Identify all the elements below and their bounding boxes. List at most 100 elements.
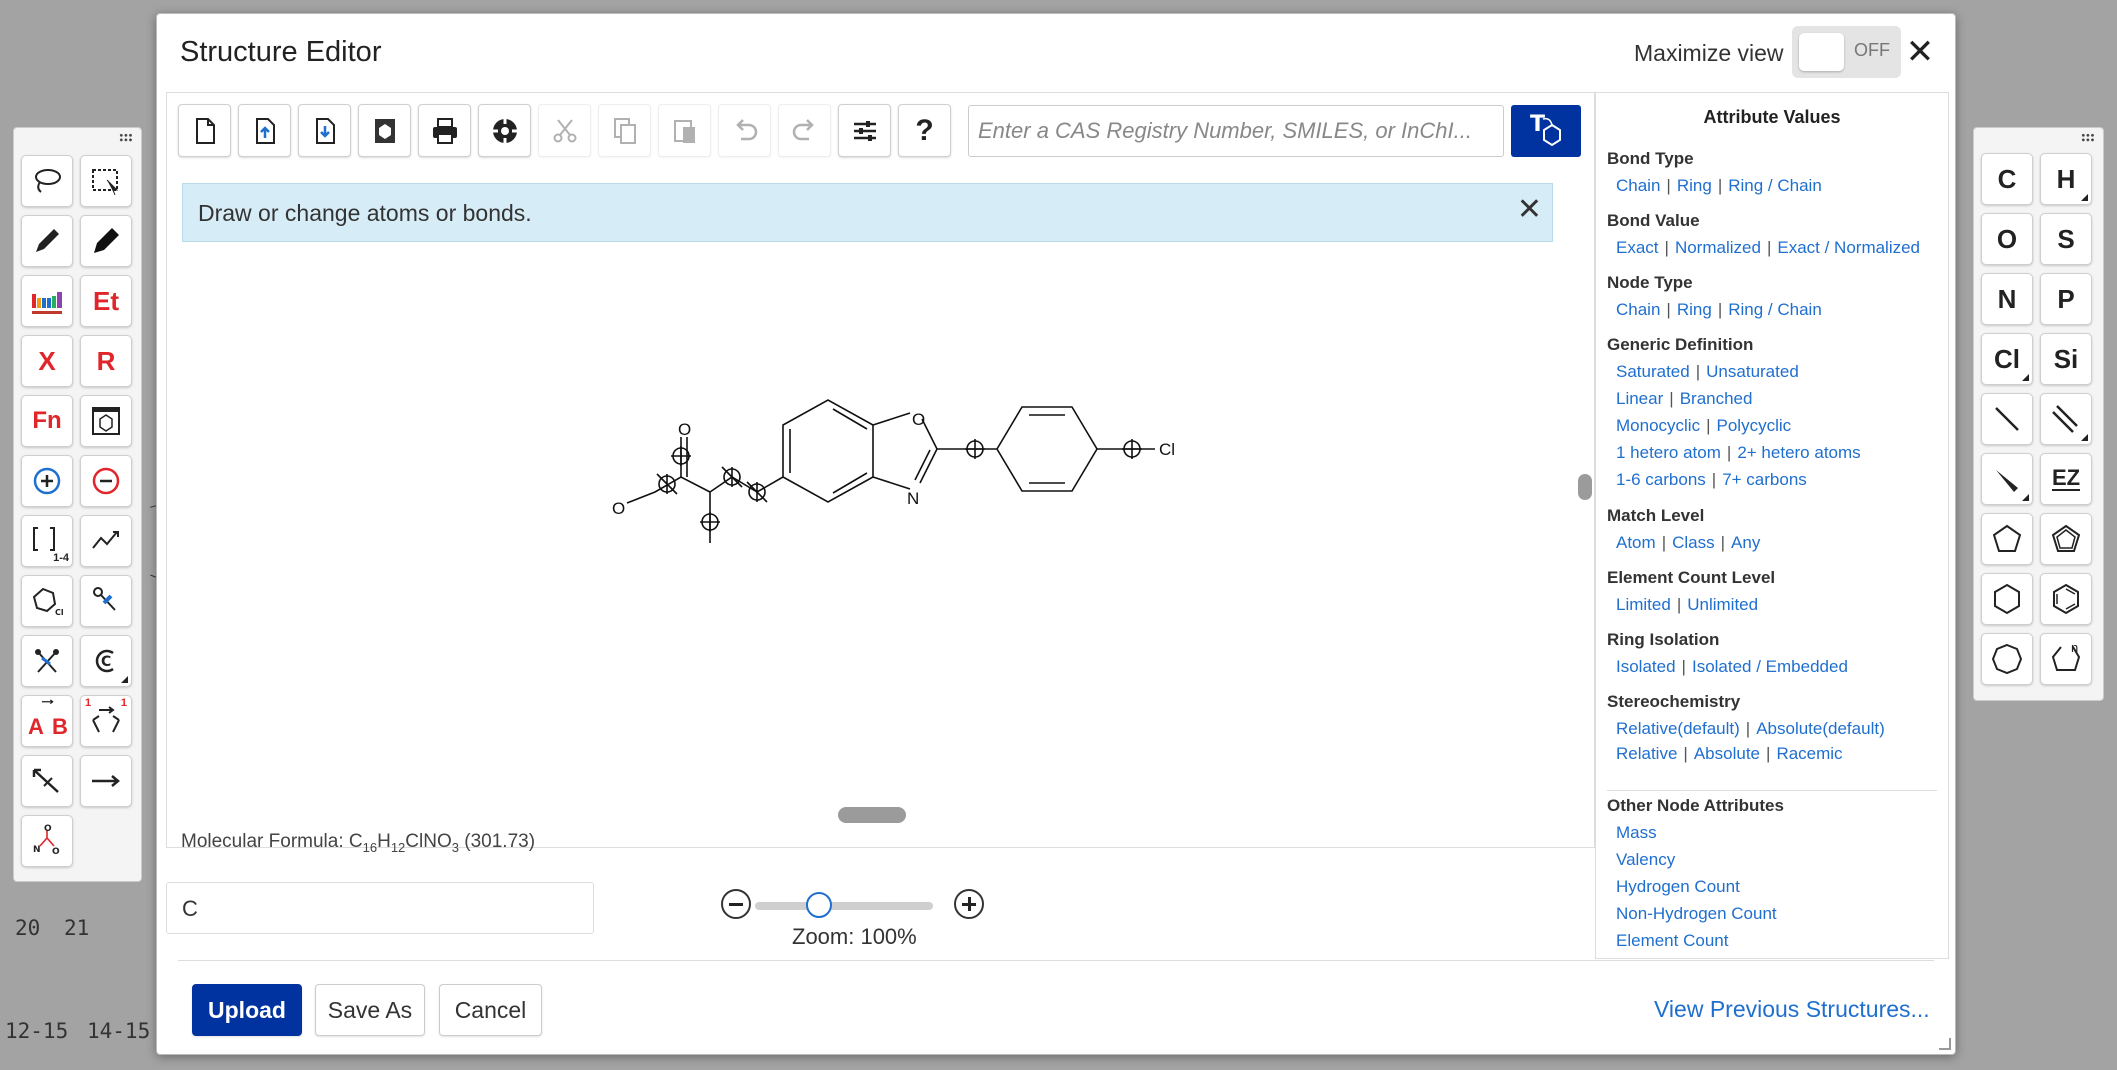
ring-template-button[interactable] xyxy=(80,395,132,447)
attribute-option-link[interactable]: Absolute(default) xyxy=(1756,719,1885,738)
settings-button[interactable] xyxy=(838,104,891,157)
attribute-option-link[interactable]: Class xyxy=(1672,533,1715,552)
add-charge-button[interactable] xyxy=(21,455,73,507)
attribute-option-link[interactable]: Normalized xyxy=(1675,238,1761,257)
rectangle-select-button[interactable] xyxy=(80,155,132,207)
nitro-group-button[interactable]: N O O xyxy=(21,815,73,867)
attribute-option-link[interactable]: Saturated xyxy=(1616,362,1690,381)
attribute-option-link[interactable]: Relative xyxy=(1616,744,1677,763)
attribute-option-link[interactable]: Mass xyxy=(1616,823,1657,842)
attribute-option-link[interactable]: Monocyclic xyxy=(1616,416,1700,435)
attribute-option-link[interactable]: Racemic xyxy=(1776,744,1842,763)
template-button[interactable] xyxy=(358,104,411,157)
periodic-table-button[interactable] xyxy=(21,275,73,327)
attribute-option-link[interactable]: Branched xyxy=(1680,389,1753,408)
repeating-bracket-button[interactable]: 1-4 xyxy=(21,515,73,567)
copy-button[interactable] xyxy=(598,104,651,157)
attribute-option-link[interactable]: Chain xyxy=(1616,300,1660,319)
zoom-slider-track[interactable] xyxy=(755,902,933,910)
single-bond-button[interactable] xyxy=(1981,393,2033,445)
horizontal-scrollbar[interactable] xyxy=(838,807,906,823)
function-group-button[interactable]: Fn xyxy=(21,395,73,447)
undo-button[interactable] xyxy=(718,104,771,157)
bond-cleave-button[interactable] xyxy=(21,635,73,687)
zoom-slider-thumb[interactable] xyxy=(806,892,832,918)
cyclopentane-button[interactable] xyxy=(1981,513,2033,565)
view-previous-structures-link[interactable]: View Previous Structures... xyxy=(1654,996,1930,1023)
import-button[interactable] xyxy=(238,104,291,157)
attribute-option-link[interactable]: Exact / Normalized xyxy=(1777,238,1920,257)
attribute-option-link[interactable]: Ring xyxy=(1677,300,1712,319)
bold-pencil-button[interactable] xyxy=(80,215,132,267)
remove-charge-button[interactable] xyxy=(80,455,132,507)
rgroup-button[interactable]: R xyxy=(80,335,132,387)
benzene-button[interactable] xyxy=(2040,573,2092,625)
arrow-tool-button[interactable] xyxy=(80,755,132,807)
attribute-option-link[interactable]: Element Count xyxy=(1616,931,1728,950)
custom-ring-button[interactable]: n xyxy=(2040,633,2092,685)
attribute-option-link[interactable]: Ring xyxy=(1677,176,1712,195)
cyclopentadiene-button[interactable] xyxy=(2040,513,2092,565)
double-bond-button[interactable] xyxy=(2040,393,2092,445)
attribute-option-link[interactable]: 1-6 carbons xyxy=(1616,470,1706,489)
text-to-structure-button[interactable]: T xyxy=(1511,105,1581,157)
attribute-option-link[interactable]: Hydrogen Count xyxy=(1616,877,1740,896)
atom-symbol-input[interactable]: C xyxy=(166,882,594,934)
pencil-draw-button[interactable] xyxy=(21,215,73,267)
attribute-option-link[interactable]: Absolute xyxy=(1694,744,1760,763)
attribute-option-link[interactable]: Valency xyxy=(1616,850,1675,869)
ethyl-shortcut-button[interactable]: Et xyxy=(80,275,132,327)
cyclohexane-button[interactable] xyxy=(1981,573,2033,625)
atom-mapping-button[interactable]: 11 xyxy=(80,695,132,747)
cut-button[interactable] xyxy=(538,104,591,157)
attribute-option-link[interactable]: Isolated xyxy=(1616,657,1676,676)
element-si-button[interactable]: Si xyxy=(2040,333,2092,385)
upload-button[interactable]: Upload xyxy=(192,984,302,1036)
attribute-option-link[interactable]: 2+ hetero atoms xyxy=(1737,443,1860,462)
clean-structure-button[interactable] xyxy=(478,104,531,157)
attribute-option-link[interactable]: 1 hetero atom xyxy=(1616,443,1721,462)
attribute-option-link[interactable]: 7+ carbons xyxy=(1722,470,1807,489)
paste-button[interactable] xyxy=(658,104,711,157)
element-p-button[interactable]: P xyxy=(2040,273,2092,325)
element-o-button[interactable]: O xyxy=(1981,213,2033,265)
close-icon[interactable]: ✕ xyxy=(1900,32,1940,72)
plain-arrow-tool-button[interactable] xyxy=(21,755,73,807)
cycloheptane-button[interactable] xyxy=(1981,633,2033,685)
palette-grip-icon[interactable] xyxy=(2081,133,2095,142)
attribute-option-link[interactable]: Chain xyxy=(1616,176,1660,195)
attribute-option-link[interactable]: Any xyxy=(1731,533,1760,552)
print-button[interactable] xyxy=(418,104,471,157)
element-c-button[interactable]: C xyxy=(1981,153,2033,205)
attribute-option-link[interactable]: Exact xyxy=(1616,238,1659,257)
resize-handle-icon[interactable] xyxy=(1939,1038,1951,1050)
ring-substituent-button[interactable]: Cl xyxy=(21,575,73,627)
attribute-option-link[interactable]: Non-Hydrogen Count xyxy=(1616,904,1777,923)
attribute-option-link[interactable]: Unsaturated xyxy=(1706,362,1799,381)
zoom-out-button[interactable] xyxy=(721,889,751,919)
reaction-arrow-button[interactable]: AB xyxy=(21,695,73,747)
help-button[interactable]: ? xyxy=(898,104,951,157)
attribute-option-link[interactable]: Isolated / Embedded xyxy=(1692,657,1848,676)
attribute-option-link[interactable]: Ring / Chain xyxy=(1728,300,1822,319)
wedge-bond-button[interactable] xyxy=(1981,453,2033,505)
maximize-view-toggle[interactable]: OFF xyxy=(1792,26,1901,78)
vertical-scrollbar[interactable] xyxy=(1578,474,1592,500)
chain-tool-button[interactable] xyxy=(80,515,132,567)
link-node-button[interactable] xyxy=(80,575,132,627)
redo-button[interactable] xyxy=(778,104,831,157)
stereo-center-button[interactable]: C xyxy=(80,635,132,687)
drawing-canvas[interactable]: O N Cl O O xyxy=(167,243,1577,833)
attribute-option-link[interactable]: Linear xyxy=(1616,389,1663,408)
save-as-button[interactable]: Save As xyxy=(315,984,425,1036)
export-button[interactable] xyxy=(298,104,351,157)
attribute-option-link[interactable]: Polycyclic xyxy=(1717,416,1792,435)
element-cl-button[interactable]: Cl xyxy=(1981,333,2033,385)
element-s-button[interactable]: S xyxy=(2040,213,2092,265)
attribute-option-link[interactable]: Unlimited xyxy=(1687,595,1758,614)
palette-grip-icon[interactable] xyxy=(119,133,133,142)
halogen-button[interactable]: X xyxy=(21,335,73,387)
close-icon[interactable]: ✕ xyxy=(1517,192,1542,227)
cas-smiles-search-input[interactable] xyxy=(968,105,1504,157)
element-n-button[interactable]: N xyxy=(1981,273,2033,325)
